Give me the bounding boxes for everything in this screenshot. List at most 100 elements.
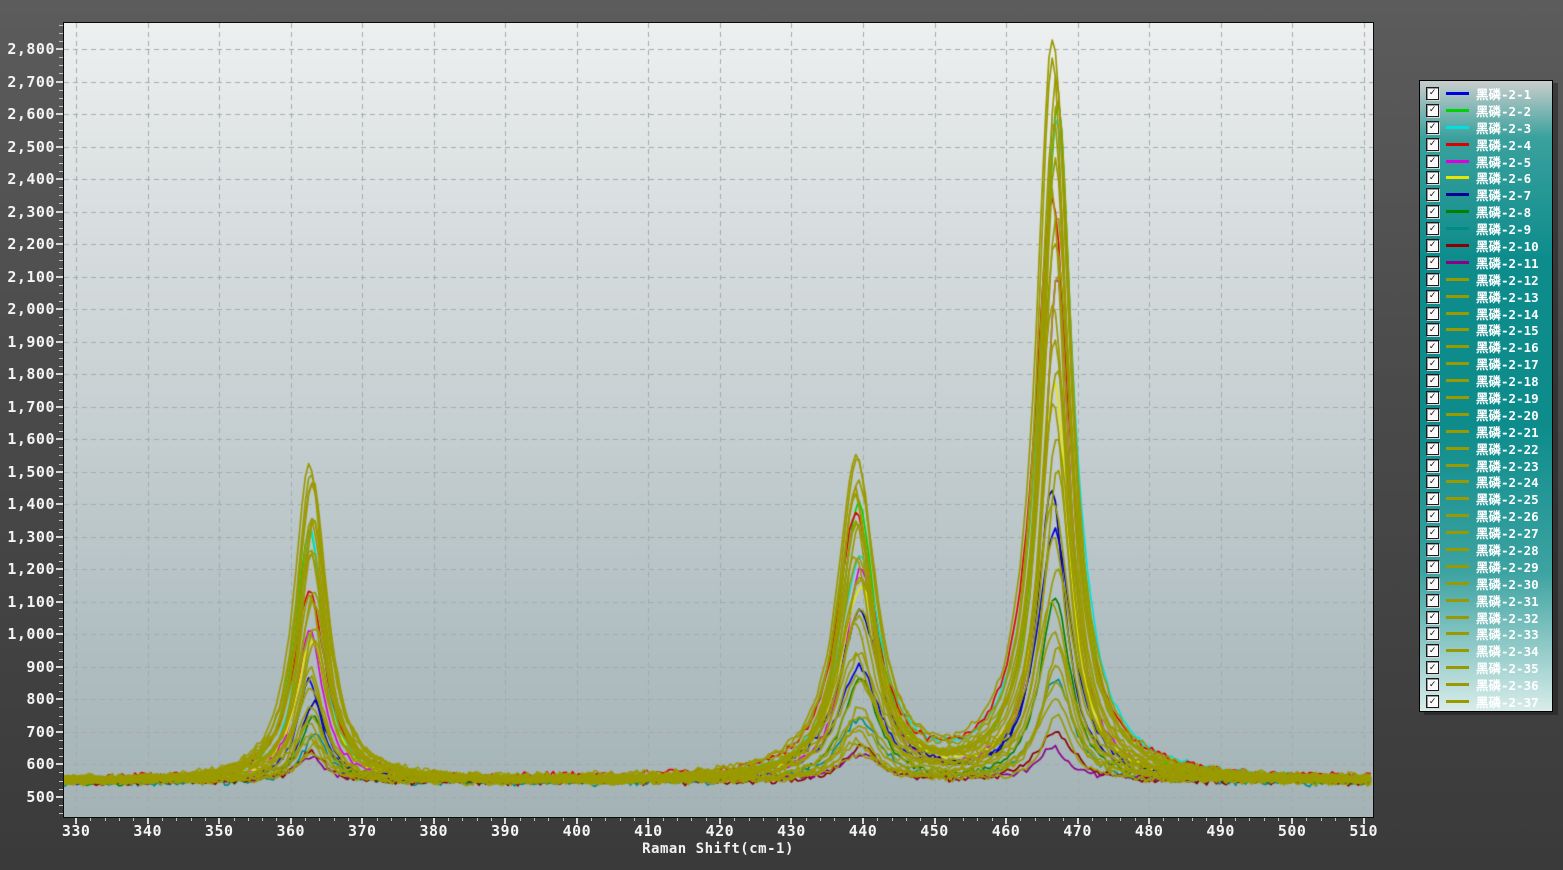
y-axis-minor-tick bbox=[59, 659, 63, 660]
x-tick-label: 440 bbox=[831, 822, 895, 840]
legend-item[interactable]: ✓黑磷-2-37 bbox=[1420, 693, 1552, 710]
legend-item[interactable]: ✓黑磷-2-1 bbox=[1420, 85, 1552, 102]
legend-checkbox[interactable]: ✓ bbox=[1426, 526, 1439, 539]
y-tick-label: 2,700 bbox=[0, 73, 55, 91]
legend-color-swatch bbox=[1446, 480, 1469, 483]
legend-item[interactable]: ✓黑磷-2-2 bbox=[1420, 102, 1552, 119]
legend-color-swatch bbox=[1446, 514, 1469, 517]
y-axis-minor-tick bbox=[59, 805, 63, 806]
y-axis-minor-tick bbox=[59, 707, 63, 708]
legend-item[interactable]: ✓黑磷-2-25 bbox=[1420, 490, 1552, 507]
legend-item[interactable]: ✓黑磷-2-31 bbox=[1420, 592, 1552, 609]
legend-checkbox[interactable]: ✓ bbox=[1426, 155, 1439, 168]
legend-checkbox[interactable]: ✓ bbox=[1426, 475, 1439, 488]
legend-checkbox[interactable]: ✓ bbox=[1426, 87, 1439, 100]
legend-checkbox[interactable]: ✓ bbox=[1426, 374, 1439, 387]
legend-item[interactable]: ✓黑磷-2-14 bbox=[1420, 305, 1552, 322]
y-axis-minor-tick bbox=[59, 423, 63, 424]
legend-item[interactable]: ✓黑磷-2-15 bbox=[1420, 321, 1552, 338]
legend-checkbox[interactable]: ✓ bbox=[1426, 239, 1439, 252]
x-axis-minor-tick bbox=[248, 818, 249, 821]
legend-checkbox[interactable]: ✓ bbox=[1426, 256, 1439, 269]
y-axis-minor-tick bbox=[59, 683, 63, 684]
y-axis-tick bbox=[56, 503, 63, 505]
legend-item[interactable]: ✓黑磷-2-23 bbox=[1420, 457, 1552, 474]
legend-checkbox[interactable]: ✓ bbox=[1426, 627, 1439, 640]
legend-item[interactable]: ✓黑磷-2-17 bbox=[1420, 355, 1552, 372]
x-axis-minor-tick bbox=[820, 818, 821, 821]
y-axis-minor-tick bbox=[59, 553, 63, 554]
legend-checkbox[interactable]: ✓ bbox=[1426, 391, 1439, 404]
legend-item[interactable]: ✓黑磷-2-36 bbox=[1420, 676, 1552, 693]
legend-item[interactable]: ✓黑磷-2-13 bbox=[1420, 288, 1552, 305]
legend-item[interactable]: ✓黑磷-2-12 bbox=[1420, 271, 1552, 288]
legend-checkbox[interactable]: ✓ bbox=[1426, 340, 1439, 353]
x-axis-minor-tick bbox=[191, 818, 192, 821]
legend-item[interactable]: ✓黑磷-2-32 bbox=[1420, 609, 1552, 626]
legend-checkbox[interactable]: ✓ bbox=[1426, 678, 1439, 691]
legend-item[interactable]: ✓黑磷-2-9 bbox=[1420, 220, 1552, 237]
legend-checkbox[interactable]: ✓ bbox=[1426, 442, 1439, 455]
legend-checkbox[interactable]: ✓ bbox=[1426, 104, 1439, 117]
legend-checkbox[interactable]: ✓ bbox=[1426, 644, 1439, 657]
x-axis-minor-tick bbox=[1249, 818, 1250, 821]
legend-checkbox[interactable]: ✓ bbox=[1426, 290, 1439, 303]
check-icon: ✓ bbox=[1429, 207, 1435, 217]
y-tick-label: 1,300 bbox=[0, 528, 55, 546]
legend-item[interactable]: ✓黑磷-2-19 bbox=[1420, 389, 1552, 406]
legend-checkbox[interactable]: ✓ bbox=[1426, 459, 1439, 472]
legend-checkbox[interactable]: ✓ bbox=[1426, 121, 1439, 134]
legend-item[interactable]: ✓黑磷-2-28 bbox=[1420, 541, 1552, 558]
legend-color-swatch bbox=[1446, 345, 1469, 348]
legend-checkbox[interactable]: ✓ bbox=[1426, 138, 1439, 151]
legend-item[interactable]: ✓黑磷-2-3 bbox=[1420, 119, 1552, 136]
legend-item[interactable]: ✓黑磷-2-5 bbox=[1420, 153, 1552, 170]
legend-item[interactable]: ✓黑磷-2-20 bbox=[1420, 406, 1552, 423]
legend-checkbox[interactable]: ✓ bbox=[1426, 222, 1439, 235]
legend-checkbox[interactable]: ✓ bbox=[1426, 205, 1439, 218]
legend-item[interactable]: ✓黑磷-2-8 bbox=[1420, 203, 1552, 220]
legend-checkbox[interactable]: ✓ bbox=[1426, 543, 1439, 556]
check-icon: ✓ bbox=[1429, 325, 1435, 335]
legend-checkbox[interactable]: ✓ bbox=[1426, 188, 1439, 201]
x-axis-minor-tick bbox=[1063, 818, 1064, 821]
legend-checkbox[interactable]: ✓ bbox=[1426, 611, 1439, 624]
legend-checkbox[interactable]: ✓ bbox=[1426, 577, 1439, 590]
legend-item[interactable]: ✓黑磷-2-10 bbox=[1420, 237, 1552, 254]
legend-checkbox[interactable]: ✓ bbox=[1426, 661, 1439, 674]
legend-checkbox[interactable]: ✓ bbox=[1426, 323, 1439, 336]
x-axis-minor-tick bbox=[977, 818, 978, 821]
legend-checkbox[interactable]: ✓ bbox=[1426, 509, 1439, 522]
y-axis-minor-tick bbox=[59, 813, 63, 814]
legend-checkbox[interactable]: ✓ bbox=[1426, 695, 1439, 708]
legend-item[interactable]: ✓黑磷-2-33 bbox=[1420, 626, 1552, 643]
legend-item[interactable]: ✓黑磷-2-27 bbox=[1420, 524, 1552, 541]
legend-item[interactable]: ✓黑磷-2-26 bbox=[1420, 507, 1552, 524]
legend-checkbox[interactable]: ✓ bbox=[1426, 408, 1439, 421]
legend-checkbox[interactable]: ✓ bbox=[1426, 560, 1439, 573]
legend-item[interactable]: ✓黑磷-2-16 bbox=[1420, 338, 1552, 355]
legend-item[interactable]: ✓黑磷-2-7 bbox=[1420, 186, 1552, 203]
x-axis-minor-tick bbox=[920, 818, 921, 821]
legend-item[interactable]: ✓黑磷-2-21 bbox=[1420, 423, 1552, 440]
legend-item[interactable]: ✓黑磷-2-34 bbox=[1420, 642, 1552, 659]
legend-item[interactable]: ✓黑磷-2-18 bbox=[1420, 372, 1552, 389]
legend-checkbox[interactable]: ✓ bbox=[1426, 171, 1439, 184]
x-tick-label: 370 bbox=[330, 822, 394, 840]
legend-item[interactable]: ✓黑磷-2-11 bbox=[1420, 254, 1552, 271]
legend-item[interactable]: ✓黑磷-2-24 bbox=[1420, 473, 1552, 490]
legend-item[interactable]: ✓黑磷-2-30 bbox=[1420, 575, 1552, 592]
legend-checkbox[interactable]: ✓ bbox=[1426, 492, 1439, 505]
check-icon: ✓ bbox=[1429, 646, 1435, 656]
legend-checkbox[interactable]: ✓ bbox=[1426, 425, 1439, 438]
legend-checkbox[interactable]: ✓ bbox=[1426, 307, 1439, 320]
legend-checkbox[interactable]: ✓ bbox=[1426, 594, 1439, 607]
legend-item[interactable]: ✓黑磷-2-4 bbox=[1420, 136, 1552, 153]
legend-checkbox[interactable]: ✓ bbox=[1426, 273, 1439, 286]
legend-item[interactable]: ✓黑磷-2-6 bbox=[1420, 169, 1552, 186]
legend-item[interactable]: ✓黑磷-2-35 bbox=[1420, 659, 1552, 676]
legend-item[interactable]: ✓黑磷-2-22 bbox=[1420, 440, 1552, 457]
legend-item[interactable]: ✓黑磷-2-29 bbox=[1420, 558, 1552, 575]
legend-checkbox[interactable]: ✓ bbox=[1426, 357, 1439, 370]
check-icon: ✓ bbox=[1429, 578, 1435, 588]
